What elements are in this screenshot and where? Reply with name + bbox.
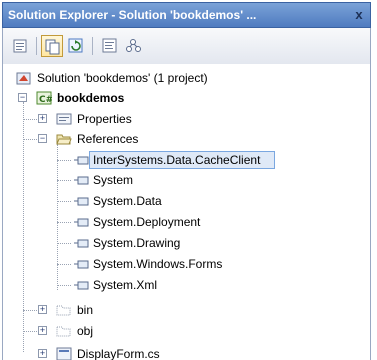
window-title: Solution Explorer - Solution 'bookdemos'… <box>8 8 257 22</box>
reference-icon <box>74 176 89 185</box>
references-label: References <box>77 132 139 146</box>
solution-label: Solution 'bookdemos' (1 project) <box>37 71 208 85</box>
reference-label: System <box>93 173 134 187</box>
properties-icon <box>13 39 27 53</box>
form-file-label: DisplayForm.cs <box>77 347 160 360</box>
properties-button[interactable] <box>10 35 32 57</box>
properties-label: Properties <box>77 112 132 126</box>
tree-node-form[interactable]: + DisplayForm.cs <box>3 344 363 360</box>
tree-node-properties[interactable]: + Properties <box>3 109 363 129</box>
folder-icon <box>56 305 71 316</box>
toolbar <box>2 28 371 64</box>
title-bar[interactable]: Solution Explorer - Solution 'bookdemos'… <box>2 2 371 28</box>
reference-label: System.Windows.Forms <box>93 257 223 271</box>
tree-node-reference[interactable]: System.Xml <box>3 275 363 295</box>
tree-node-reference[interactable]: InterSystems.Data.CacheClient <box>3 150 363 170</box>
tree-node-reference[interactable]: System.Windows.Forms <box>3 254 363 274</box>
tree-node-folder-bin[interactable]: + bin <box>3 300 363 320</box>
expand-toggle-obj[interactable]: + <box>38 326 47 335</box>
tree-node-project[interactable]: − C# bookdemos <box>3 88 363 108</box>
folder-label: bin <box>77 303 94 317</box>
reference-label: InterSystems.Data.CacheClient <box>93 153 261 167</box>
class-diagram-button[interactable] <box>123 35 145 57</box>
reference-label: System.Deployment <box>93 215 201 229</box>
refresh-button[interactable] <box>65 35 87 57</box>
solution-icon <box>16 72 31 85</box>
svg-text:C#: C# <box>39 95 52 105</box>
open-folder-icon <box>56 134 72 145</box>
tree-node-reference[interactable]: System.Drawing <box>3 233 363 253</box>
show-all-files-button[interactable] <box>41 35 63 57</box>
expand-toggle-properties[interactable]: + <box>38 114 47 123</box>
tree-node-reference[interactable]: System.Deployment <box>3 212 363 232</box>
folder-icon <box>56 326 71 337</box>
reference-label: System.Drawing <box>93 236 181 250</box>
show-all-files-icon <box>45 39 60 55</box>
csharp-project-icon: C# <box>36 91 52 105</box>
collapse-toggle-project[interactable]: − <box>18 93 27 102</box>
tree-node-reference[interactable]: System.Data <box>3 191 363 211</box>
folder-label: obj <box>77 324 94 338</box>
reference-label: System.Xml <box>93 278 158 292</box>
project-label: bookdemos <box>57 91 125 105</box>
class-diagram-icon <box>126 39 141 52</box>
form-file-icon <box>56 347 72 360</box>
view-code-button[interactable] <box>99 35 121 57</box>
expand-toggle-bin[interactable]: + <box>38 305 47 314</box>
view-code-icon <box>102 38 117 53</box>
reference-icon <box>74 156 89 165</box>
solution-tree[interactable]: Solution 'bookdemos' (1 project) − C# bo… <box>2 64 371 360</box>
close-button[interactable]: x <box>351 7 367 23</box>
reference-icon <box>74 281 89 290</box>
reference-icon <box>74 260 89 269</box>
reference-label: System.Data <box>93 194 162 208</box>
tree-node-solution[interactable]: Solution 'bookdemos' (1 project) <box>3 68 363 88</box>
collapse-toggle-references[interactable]: − <box>38 134 47 143</box>
tree-node-folder-obj[interactable]: + obj <box>3 321 363 341</box>
reference-icon <box>74 197 89 206</box>
reference-icon <box>74 218 89 227</box>
tree-node-references[interactable]: − References <box>3 129 363 149</box>
refresh-icon <box>68 38 83 53</box>
properties-folder-icon <box>56 113 72 125</box>
tree-node-reference[interactable]: System <box>3 170 363 190</box>
solution-explorer-panel: Solution Explorer - Solution 'bookdemos'… <box>0 0 377 360</box>
reference-icon <box>74 239 89 248</box>
expand-toggle-form[interactable]: + <box>38 349 47 358</box>
